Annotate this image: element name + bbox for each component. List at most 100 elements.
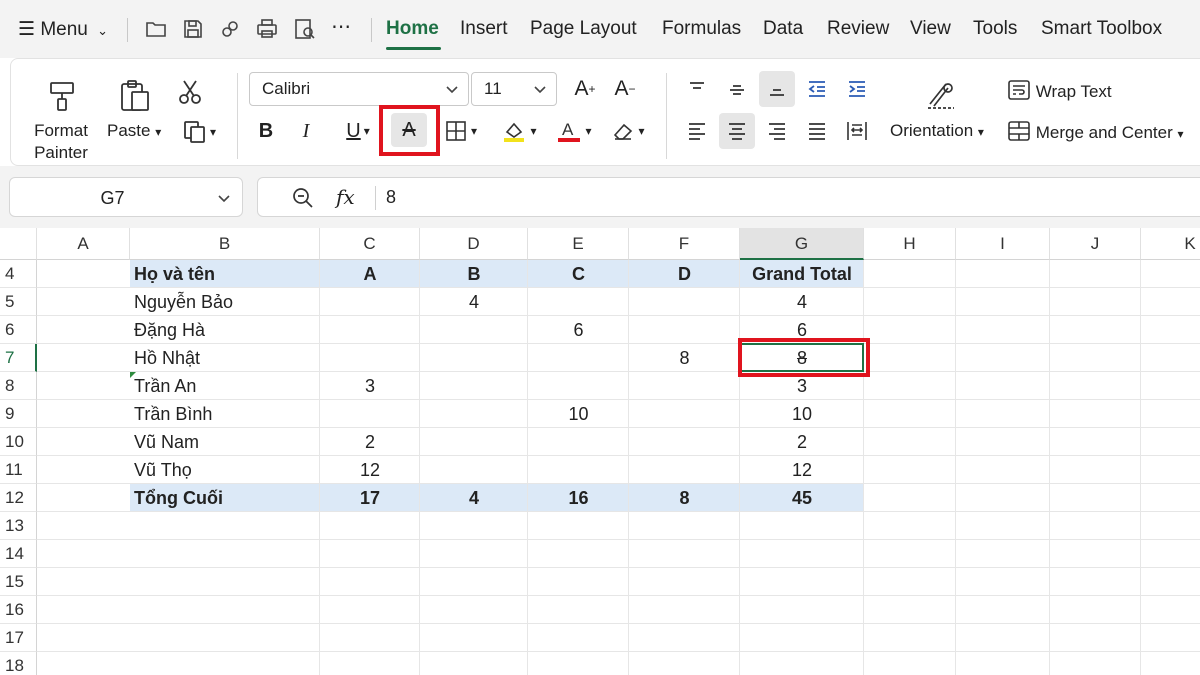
row-header-18[interactable]: 18 bbox=[0, 652, 37, 675]
column-header-d[interactable]: D bbox=[420, 228, 528, 260]
column-header-e[interactable]: E bbox=[528, 228, 629, 260]
column-header-c[interactable]: C bbox=[320, 228, 420, 260]
format-painter-icon[interactable] bbox=[41, 75, 83, 117]
cell-4-total[interactable]: Grand Total bbox=[740, 260, 864, 288]
row-header-6[interactable]: 6 bbox=[0, 316, 37, 344]
cell-12-name[interactable]: Tổng Cuối bbox=[134, 484, 320, 512]
orientation-button[interactable]: Orientation ▾ bbox=[890, 121, 984, 141]
borders-dropdown[interactable]: ▾ bbox=[439, 115, 483, 147]
font-size-dropdown[interactable]: 11 bbox=[471, 72, 557, 106]
cell-10-total[interactable]: 2 bbox=[740, 428, 864, 456]
row-header-5[interactable]: 5 bbox=[0, 288, 37, 316]
font-name-dropdown[interactable]: Calibri bbox=[249, 72, 469, 106]
cell-4-name[interactable]: Họ và tên bbox=[134, 260, 320, 288]
cell-11-b[interactable] bbox=[420, 456, 528, 484]
fill-color-dropdown[interactable]: ▾ bbox=[495, 115, 543, 147]
cell-8-c[interactable] bbox=[528, 372, 629, 400]
cell-9-c[interactable]: 10 bbox=[528, 400, 629, 428]
row-header-17[interactable]: 17 bbox=[0, 624, 37, 652]
cell-5-total[interactable]: 4 bbox=[740, 288, 864, 316]
cell-5-d[interactable] bbox=[629, 288, 740, 316]
cell-12-d[interactable]: 8 bbox=[629, 484, 740, 512]
folder-icon[interactable] bbox=[144, 17, 168, 41]
align-bottom-icon[interactable] bbox=[759, 71, 795, 107]
cell-4-d[interactable]: D bbox=[629, 260, 740, 288]
column-header-i[interactable]: I bbox=[956, 228, 1050, 260]
wrap-text-button[interactable]: Wrap Text bbox=[1007, 79, 1112, 102]
cell-11-total[interactable]: 12 bbox=[740, 456, 864, 484]
align-right-icon[interactable] bbox=[763, 117, 791, 145]
cell-5-a[interactable] bbox=[320, 288, 420, 316]
tab-view[interactable]: View bbox=[910, 18, 951, 40]
row-header-8[interactable]: 8 bbox=[0, 372, 37, 400]
column-header-g[interactable]: G bbox=[740, 228, 864, 260]
align-left-icon[interactable] bbox=[683, 117, 711, 145]
orientation-icon[interactable] bbox=[921, 75, 961, 115]
bold-icon[interactable]: B bbox=[251, 115, 281, 147]
cell-7-d[interactable]: 8 bbox=[629, 344, 740, 372]
cell-6-c[interactable]: 6 bbox=[528, 316, 629, 344]
column-header-k[interactable]: K bbox=[1141, 228, 1200, 260]
cell-10-name[interactable]: Vũ Nam bbox=[134, 428, 320, 456]
cell-11-c[interactable] bbox=[528, 456, 629, 484]
cell-5-c[interactable] bbox=[528, 288, 629, 316]
tab-data[interactable]: Data bbox=[763, 18, 803, 40]
cell-10-c[interactable] bbox=[528, 428, 629, 456]
cell-10-d[interactable] bbox=[629, 428, 740, 456]
cell-6-d[interactable] bbox=[629, 316, 740, 344]
cell-11-d[interactable] bbox=[629, 456, 740, 484]
cell-12-c[interactable]: 16 bbox=[528, 484, 629, 512]
italic-icon[interactable]: I bbox=[291, 115, 321, 147]
merge-center-button[interactable]: Merge and Center ▾ bbox=[1007, 120, 1184, 143]
tab-insert[interactable]: Insert bbox=[460, 18, 508, 40]
justify-icon[interactable] bbox=[803, 117, 831, 145]
column-header-a[interactable]: A bbox=[37, 228, 130, 260]
cell-9-a[interactable] bbox=[320, 400, 420, 428]
cell-12-b[interactable]: 4 bbox=[420, 484, 528, 512]
underline-dropdown[interactable]: U ▾ bbox=[336, 115, 380, 147]
row-header-12[interactable]: 12 bbox=[0, 484, 37, 512]
save-icon[interactable] bbox=[181, 17, 205, 41]
zoom-search-icon[interactable] bbox=[292, 187, 314, 209]
more-icon[interactable]: ⋯ bbox=[331, 14, 351, 39]
row-header-13[interactable]: 13 bbox=[0, 512, 37, 540]
cell-6-b[interactable] bbox=[420, 316, 528, 344]
increase-font-size-icon[interactable]: A + bbox=[569, 73, 601, 105]
cell-5-b[interactable]: 4 bbox=[420, 288, 528, 316]
cell-8-d[interactable] bbox=[629, 372, 740, 400]
row-header-15[interactable]: 15 bbox=[0, 568, 37, 596]
cell-6-a[interactable] bbox=[320, 316, 420, 344]
cell-4-a[interactable]: A bbox=[320, 260, 420, 288]
cell-4-b[interactable]: B bbox=[420, 260, 528, 288]
cell-9-b[interactable] bbox=[420, 400, 528, 428]
name-box[interactable]: G7 bbox=[9, 177, 243, 217]
format-painter-button[interactable]: Format Painter bbox=[25, 121, 97, 163]
tab-smart-toolbox[interactable]: Smart Toolbox bbox=[1041, 18, 1162, 40]
row-header-7[interactable]: 7 bbox=[0, 344, 37, 372]
tab-formulas[interactable]: Formulas bbox=[662, 18, 741, 40]
cut-icon[interactable] bbox=[173, 75, 207, 109]
formula-bar[interactable]: fx 8 bbox=[257, 177, 1200, 217]
cell-11-name[interactable]: Vũ Thọ bbox=[134, 456, 320, 484]
tab-home[interactable]: Home bbox=[386, 18, 439, 40]
cell-8-name[interactable]: Trần An bbox=[134, 372, 320, 400]
increase-indent-icon[interactable] bbox=[843, 75, 871, 103]
cell-8-a[interactable]: 3 bbox=[320, 372, 420, 400]
cell-9-d[interactable] bbox=[629, 400, 740, 428]
clear-format-dropdown[interactable]: ▾ bbox=[605, 115, 651, 147]
print-preview-icon[interactable] bbox=[293, 17, 317, 41]
column-header-j[interactable]: J bbox=[1050, 228, 1141, 260]
row-header-16[interactable]: 16 bbox=[0, 596, 37, 624]
cell-5-name[interactable]: Nguyễn Bảo bbox=[134, 288, 320, 316]
row-header-11[interactable]: 11 bbox=[0, 456, 37, 484]
cell-12-a[interactable]: 17 bbox=[320, 484, 420, 512]
align-middle-icon[interactable] bbox=[723, 75, 751, 103]
cell-4-c[interactable]: C bbox=[528, 260, 629, 288]
decrease-indent-icon[interactable] bbox=[803, 75, 831, 103]
tab-tools[interactable]: Tools bbox=[973, 18, 1017, 40]
link-icon[interactable] bbox=[218, 17, 242, 41]
decrease-font-size-icon[interactable]: A − bbox=[609, 73, 641, 105]
cell-12-total[interactable]: 45 bbox=[740, 484, 864, 512]
row-header-9[interactable]: 9 bbox=[0, 400, 37, 428]
spreadsheet-grid[interactable]: A B C D E F G H I J K 4 5 6 7 8 9 10 11 12 13 14 15 16 17 18 Họ và… bbox=[0, 228, 1200, 675]
